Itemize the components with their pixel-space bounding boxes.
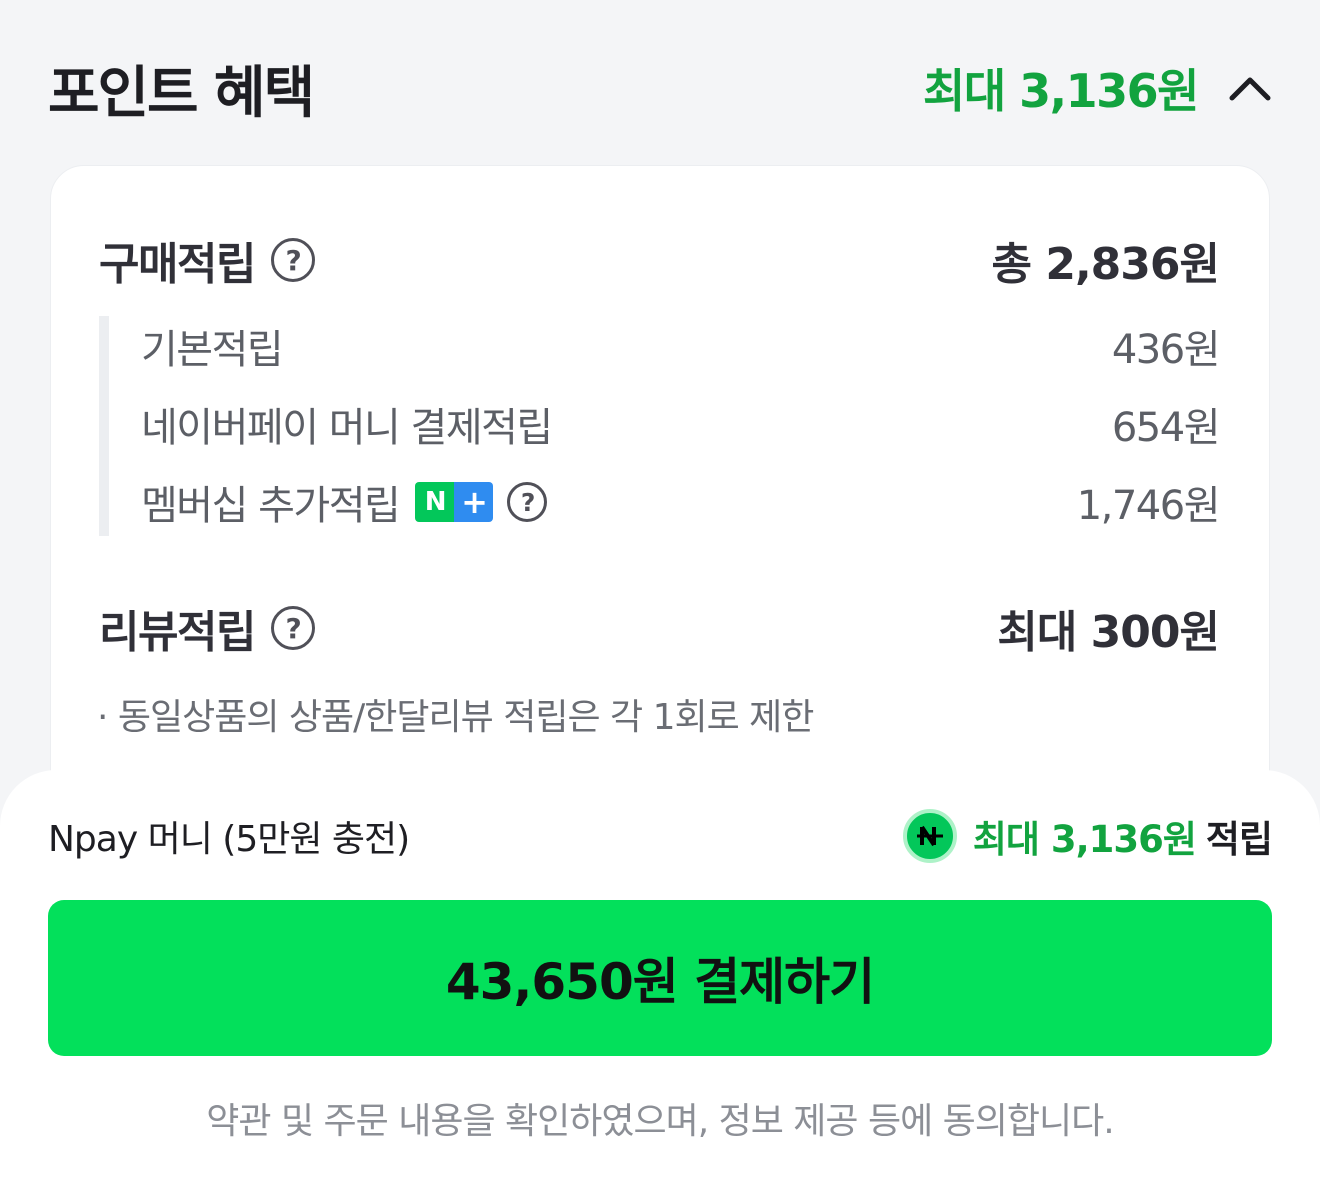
purchase-points-row: 구매적립 ? 총 2,836원 bbox=[99, 228, 1220, 292]
benefit-card: 구매적립 ? 총 2,836원 기본적립 436원 네이버페이 머니 결제적립 … bbox=[50, 165, 1270, 825]
header-summary: 최대 3,136원 bbox=[923, 55, 1274, 121]
review-points-total: 최대 300원 bbox=[997, 607, 1220, 658]
list-item: 멤버십 추가적립 N + ? 1,746원 bbox=[141, 472, 1221, 532]
payment-reward-value: 최대 3,136원 bbox=[972, 818, 1197, 861]
basic-points-value: 436원 bbox=[1111, 327, 1221, 373]
help-icon[interactable]: ? bbox=[270, 606, 315, 650]
agreement-notice: 약관 및 주문 내용을 확인하였으며, 정보 제공 등에 동의합니다. bbox=[206, 1101, 1114, 1142]
list-item: 기본적립 436원 bbox=[141, 316, 1221, 376]
help-icon[interactable]: ? bbox=[507, 482, 548, 522]
npay-money-points-value: 654원 bbox=[1111, 405, 1221, 451]
payment-method-row: Npay 머니 (5만원 충전) 최대 3,136원 적립 bbox=[48, 806, 1273, 866]
basic-points-label: 기본적립 bbox=[141, 327, 284, 373]
membership-points-label: 멤버십 추가적립 bbox=[141, 483, 401, 529]
payment-method-label: Npay 머니 (5만원 충전) bbox=[48, 819, 410, 860]
payment-bottom-sheet: Npay 머니 (5만원 충전) 최대 3,136원 적립 43,650원 결제… bbox=[0, 770, 1320, 1188]
review-points-label-group: 리뷰적립 ? bbox=[99, 596, 315, 660]
point-benefit-header[interactable]: 포인트 혜택 최대 3,136원 bbox=[48, 48, 1274, 128]
review-points-label: 리뷰적립 bbox=[99, 607, 256, 658]
payment-reward-suffix: 적립 bbox=[1205, 818, 1273, 861]
help-icon[interactable]: ? bbox=[270, 238, 315, 282]
purchase-points-label: 구매적립 bbox=[99, 239, 256, 290]
chevron-up-icon[interactable] bbox=[1226, 64, 1274, 112]
npay-icon bbox=[902, 809, 957, 863]
review-points-note: · 동일상품의 상품/한달리뷰 적립은 각 1회로 제한 bbox=[97, 697, 814, 738]
payment-reward: 최대 3,136원 적립 bbox=[902, 809, 1273, 863]
purchase-points-breakdown: 기본적립 436원 네이버페이 머니 결제적립 654원 멤버십 추가적립 N +… bbox=[99, 316, 1221, 536]
list-item: 네이버페이 머니 결제적립 654원 bbox=[141, 394, 1221, 454]
npay-money-points-label: 네이버페이 머니 결제적립 bbox=[141, 405, 553, 451]
pay-button[interactable]: 43,650원 결제하기 bbox=[48, 900, 1272, 1056]
purchase-points-total: 총 2,836원 bbox=[991, 239, 1220, 290]
membership-points-label-group: 멤버십 추가적립 N + ? bbox=[141, 473, 548, 531]
membership-points-value: 1,746원 bbox=[1076, 483, 1221, 529]
max-benefit-amount: 최대 3,136원 bbox=[923, 64, 1199, 118]
review-points-row: 리뷰적립 ? 최대 300원 bbox=[99, 596, 1220, 660]
checkout-page: 포인트 혜택 최대 3,136원 구매적립 ? 총 2,836원 기본적립 43… bbox=[0, 0, 1320, 1188]
purchase-points-label-group: 구매적립 ? bbox=[99, 228, 315, 292]
page-title: 포인트 혜택 bbox=[48, 60, 315, 126]
naver-plus-membership-icon: N + bbox=[415, 482, 494, 522]
